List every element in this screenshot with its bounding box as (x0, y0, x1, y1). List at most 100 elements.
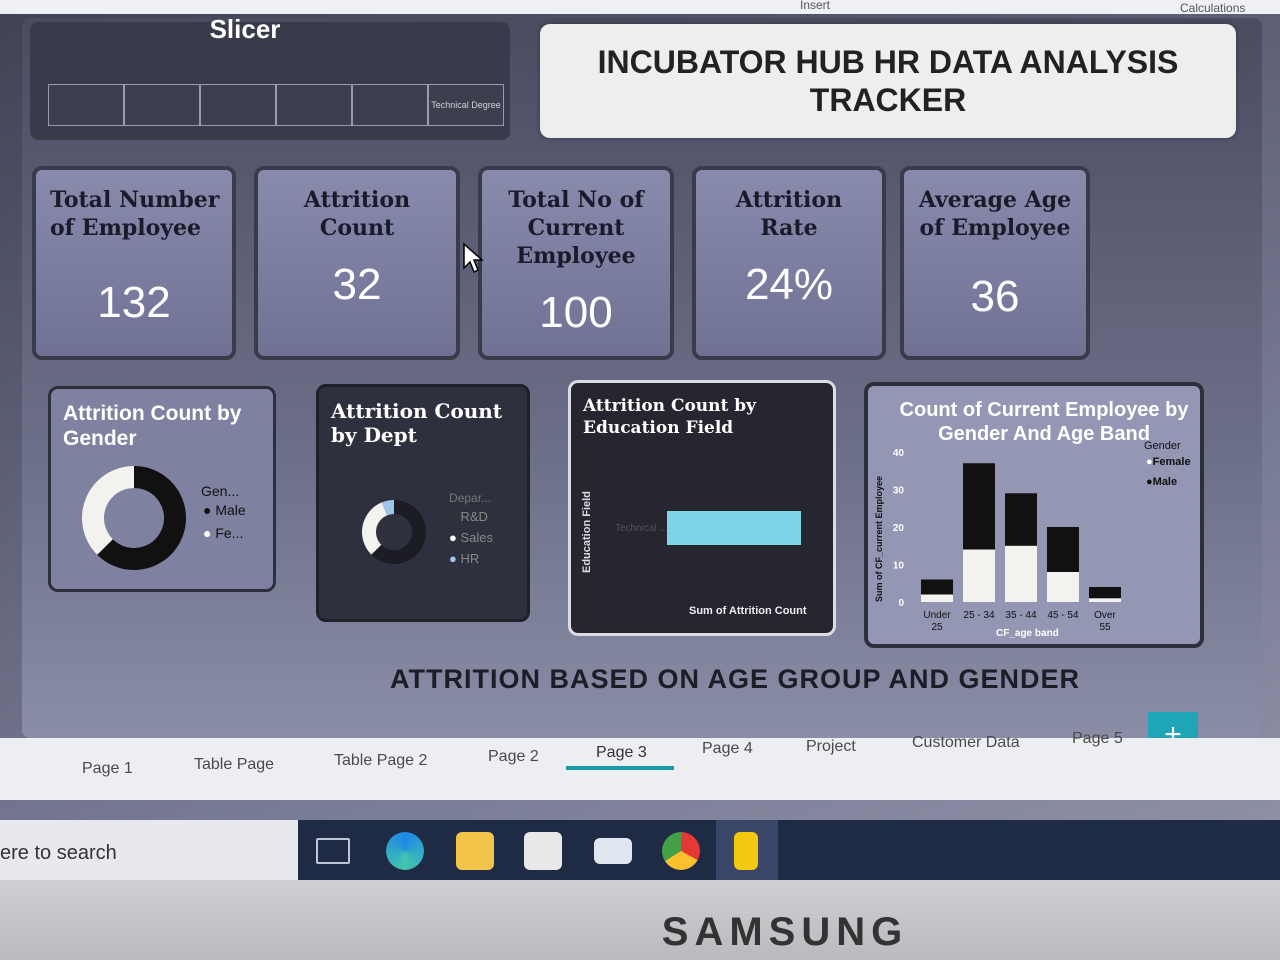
legend-label: Sales (460, 530, 494, 545)
store-icon[interactable] (524, 832, 562, 870)
chrome-icon[interactable] (662, 832, 700, 870)
bar-female-45-54[interactable] (1047, 572, 1079, 602)
ribbon-calculations[interactable]: Calculations (1180, 1, 1245, 15)
file-explorer-icon[interactable] (456, 832, 494, 870)
kpi-average-age[interactable]: Average Age of Employee 36 (900, 166, 1090, 360)
tab-project[interactable]: Project (806, 738, 856, 756)
kpi-value: 36 (970, 272, 1020, 321)
tab-customer-data[interactable]: Customer Data (912, 734, 1020, 752)
employee-by-age-card[interactable]: Count of Current Employee by Gender And … (864, 382, 1204, 648)
mail-icon[interactable] (594, 838, 632, 864)
slicer-option[interactable] (48, 84, 124, 126)
slicer-option-technical-degree[interactable]: Technical Degree (428, 84, 504, 126)
bar-male-over-55[interactable] (1089, 587, 1121, 599)
legend-label: Male (1152, 476, 1178, 488)
legend-title: Gen... (201, 483, 240, 499)
kpi-value: 32 (332, 260, 382, 309)
report-title: INCUBATOR HUB HR DATA ANALYSIS TRACKER (597, 44, 1179, 118)
donut-slice-fe-[interactable] (82, 466, 134, 555)
slicer-title: Slicer (209, 14, 281, 44)
bar-female-35-44[interactable] (1005, 545, 1037, 602)
kpi-current-employees[interactable]: Total No of Current Employee 100 (478, 166, 674, 360)
kpi-attrition-rate[interactable]: Attrition Rate 24% (692, 166, 886, 360)
axis-label-x: CF_age band (996, 628, 1059, 639)
y-tick-label: 20 (893, 523, 905, 534)
legend-male[interactable]: ● Male (203, 502, 246, 518)
x-tick-label: 25 - 34 (963, 610, 995, 621)
axis-label-x: Sum of Attrition Count (689, 605, 807, 617)
kpi-label: Average Age of Employee (918, 187, 1072, 241)
legend-female[interactable]: ● Fe... (203, 525, 243, 541)
category-label: Technical ... (615, 523, 668, 534)
taskbar-search[interactable]: ere to search (0, 820, 298, 880)
legend-rnd[interactable]: ● R&D (449, 509, 488, 524)
bar-male-under-25[interactable] (921, 579, 953, 595)
x-tick-label: 25 (931, 622, 943, 633)
bar-female-over-55[interactable] (1089, 598, 1121, 602)
report-title-box: INCUBATOR HUB HR DATA ANALYSIS TRACKER (540, 24, 1236, 138)
x-tick-label: Over (1094, 610, 1116, 621)
kpi-label: Total No of Current Employee (508, 187, 644, 269)
card-title: Attrition Count by Dept (331, 399, 503, 447)
gender-donut (82, 466, 186, 570)
kpi-label: Attrition Rate (735, 187, 843, 241)
tab-page-4[interactable]: Page 4 (702, 740, 753, 758)
tab-page-3[interactable]: Page 3 (596, 744, 647, 762)
legend-title: Gender (1144, 440, 1181, 452)
tab-table-page-2[interactable]: Table Page 2 (334, 752, 427, 770)
tab-page-1[interactable]: Page 1 (82, 760, 133, 778)
screen: Insert Calculations Slicer Technical Deg… (0, 0, 1280, 880)
attrition-by-dept-card[interactable]: Attrition Count by Dept Depar... ● R&D ●… (316, 384, 530, 622)
slicer-options: Technical Degree (48, 84, 504, 126)
bar-technical[interactable] (667, 511, 801, 545)
search-placeholder: ere to search (0, 842, 117, 864)
kpi-value: 132 (97, 278, 171, 327)
legend-title: Depar... (449, 491, 492, 505)
x-tick-label: 45 - 54 (1047, 610, 1079, 621)
slicer-option[interactable] (352, 84, 428, 126)
dept-donut (362, 500, 426, 564)
axis-label-y: Education Field (581, 491, 593, 573)
card-title: Attrition Count by Gender (63, 402, 242, 450)
legend-female[interactable]: ●Female (1146, 456, 1191, 468)
slicer-option[interactable] (200, 84, 276, 126)
legend-male[interactable]: ●Male (1146, 476, 1177, 488)
card-title: Count of Current Employee by Gender And … (899, 399, 1189, 445)
bar-male-25-34[interactable] (963, 463, 995, 550)
active-tab-indicator (566, 766, 674, 770)
section-title: ATTRITION BASED ON AGE GROUP AND GENDER (390, 664, 1081, 694)
slicer-option[interactable] (124, 84, 200, 126)
kpi-attrition-count[interactable]: Attrition Count 32 (254, 166, 460, 360)
kpi-total-employees[interactable]: Total Number of Employee 132 (32, 166, 236, 360)
age-band-chart: 0 10 20 30 40 Under25 25 - 34 35 - 44 45 - 54 Ov… (893, 448, 1121, 633)
ribbon-strip: Insert Calculations (0, 0, 1280, 15)
kpi-label: Total Number of Employee (50, 187, 220, 241)
legend-label: HR (460, 551, 480, 566)
bar-male-35-44[interactable] (1005, 493, 1037, 546)
legend-hr[interactable]: ● HR (449, 551, 479, 566)
kpi-value: 100 (539, 288, 613, 337)
bar-female-under-25[interactable] (921, 594, 953, 603)
bar-male-45-54[interactable] (1047, 527, 1079, 572)
tab-table-page[interactable]: Table Page (194, 756, 274, 774)
legend-label: Male (215, 502, 246, 518)
legend-sales[interactable]: ● Sales (449, 530, 493, 545)
y-tick-label: 40 (893, 448, 905, 459)
attrition-by-gender-card[interactable]: Attrition Count by Gender Gen... ● Male … (48, 386, 276, 592)
y-tick-label: 10 (893, 561, 905, 572)
task-view-icon[interactable] (316, 838, 350, 864)
x-tick-label: Under (923, 610, 951, 621)
power-bi-icon[interactable] (734, 832, 758, 870)
ribbon-insert[interactable]: Insert (800, 0, 830, 12)
taskbar: ere to search (0, 820, 1280, 880)
edge-browser-icon[interactable] (386, 832, 424, 870)
legend-label: Female (1152, 456, 1191, 468)
x-tick-label: 35 - 44 (1005, 610, 1037, 621)
kpi-label: Attrition Count (303, 187, 411, 241)
tab-page-5[interactable]: Page 5 (1072, 730, 1123, 748)
attrition-by-education-card[interactable]: Attrition Count by Education Field Educa… (568, 380, 836, 636)
x-tick-label: 55 (1099, 622, 1111, 633)
bar-female-25-34[interactable] (963, 549, 995, 603)
slicer-option[interactable] (276, 84, 352, 126)
tab-page-2[interactable]: Page 2 (488, 748, 539, 766)
